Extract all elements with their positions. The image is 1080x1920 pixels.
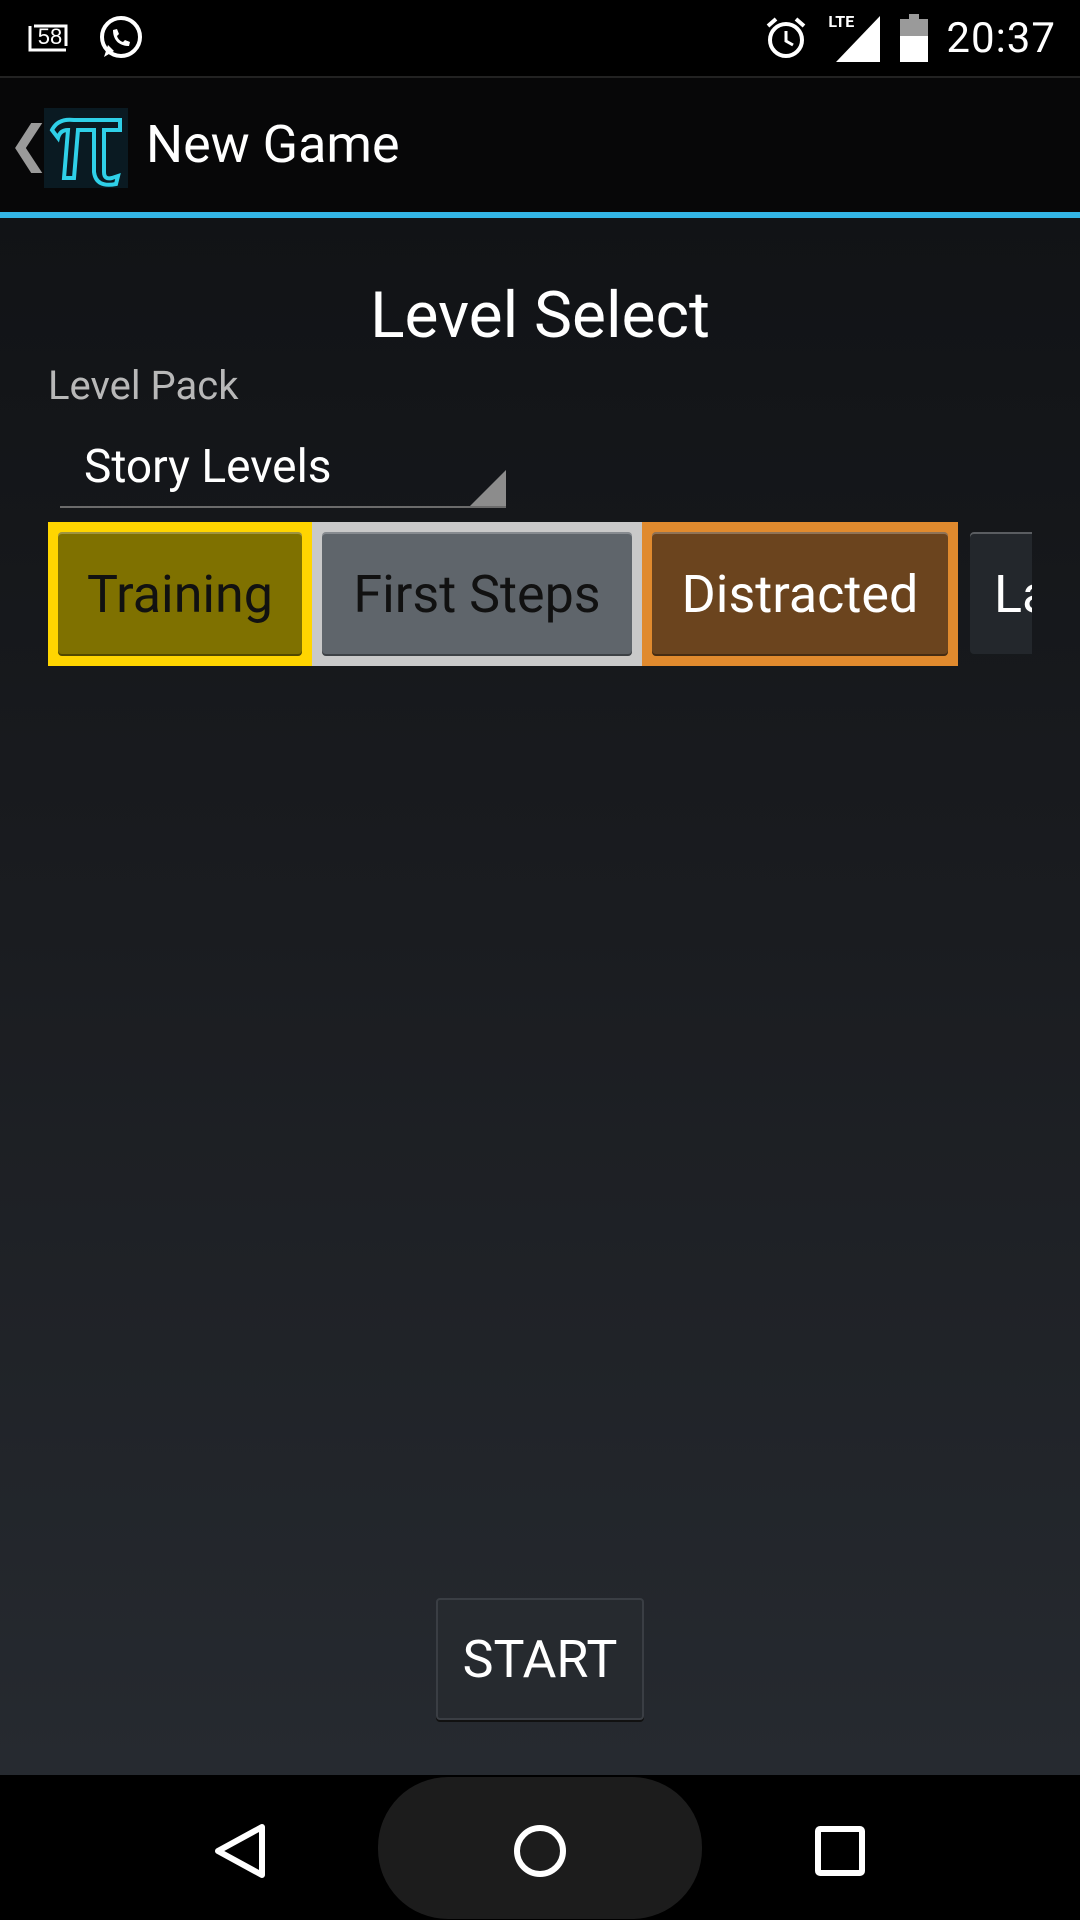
status-right: LTE 20:37 xyxy=(762,8,1056,68)
level-pack-label: Level Pack xyxy=(48,362,239,409)
alarm-icon xyxy=(767,17,806,58)
dropdown-triangle-icon xyxy=(470,470,506,506)
notification-count-icon: 58 xyxy=(28,24,68,52)
level-list[interactable]: Training First Steps Distracted La xyxy=(48,522,1032,666)
level-pack-value: Story Levels xyxy=(84,440,332,494)
whatsapp-icon xyxy=(100,16,142,58)
action-bar: ❮ New Game xyxy=(0,76,1080,214)
clock: 20:37 xyxy=(946,13,1056,63)
back-triangle-icon[interactable] xyxy=(200,1811,280,1891)
pi-icon[interactable] xyxy=(44,108,128,188)
start-button[interactable]: START xyxy=(436,1598,644,1720)
status-bar: 58 LTE 20:37 xyxy=(0,0,1080,76)
level-item-partial[interactable]: La xyxy=(970,522,1032,666)
level-item-distracted[interactable]: Distracted xyxy=(642,522,958,666)
level-item-training[interactable]: Training xyxy=(48,522,312,666)
level-button-label[interactable]: First Steps xyxy=(322,532,632,656)
page-title: Level Select xyxy=(370,278,710,353)
level-button-label[interactable]: La xyxy=(970,532,1032,656)
system-navigation-bar xyxy=(0,1775,1080,1920)
battery-icon xyxy=(900,14,929,62)
lte-signal-icon: LTE xyxy=(828,12,882,64)
level-button-label[interactable]: Distracted xyxy=(652,532,948,656)
home-circle-icon[interactable] xyxy=(500,1811,580,1891)
level-select-screen: Level Select Level Pack Story Levels Tra… xyxy=(0,218,1080,1775)
app-title: New Game xyxy=(146,114,400,175)
level-button-label[interactable]: Training xyxy=(58,532,302,656)
recents-square-icon[interactable] xyxy=(800,1811,880,1891)
level-item-first-steps[interactable]: First Steps xyxy=(312,522,642,666)
status-left: 58 xyxy=(26,14,146,62)
notification-count-text: 58 xyxy=(38,24,62,49)
level-pack-spinner[interactable]: Story Levels xyxy=(60,436,506,508)
